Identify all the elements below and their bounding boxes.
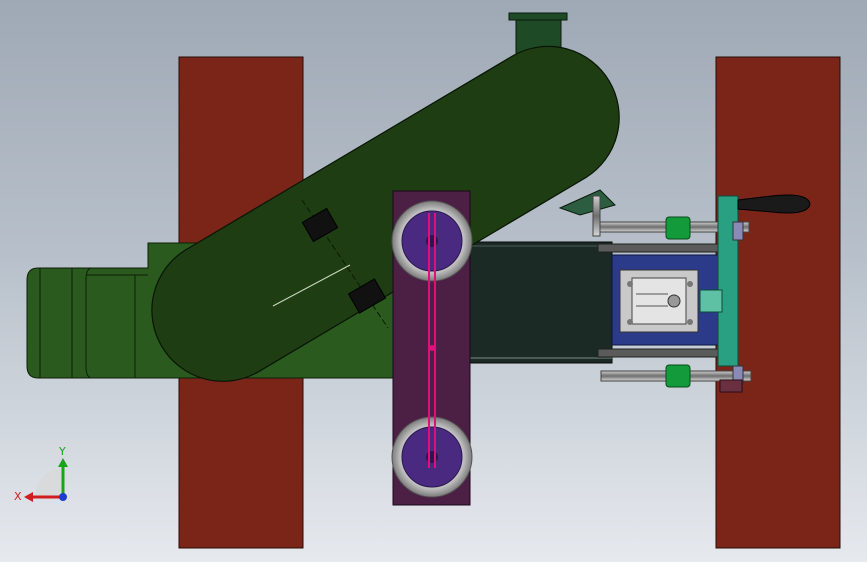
arm-bracket xyxy=(558,189,616,216)
pulley-bottom[interactable] xyxy=(391,416,473,498)
assembly-drawing: Y X xyxy=(14,12,841,549)
chain-upper xyxy=(597,243,719,253)
coordinate-triad: Y X xyxy=(14,445,68,503)
x-axis-label: X xyxy=(14,490,22,503)
y-axis-label: Y xyxy=(58,445,66,458)
guide-rail[interactable] xyxy=(469,241,613,364)
chain-lower xyxy=(597,348,719,358)
cad-viewport[interactable]: Y X xyxy=(0,0,867,562)
pulley-top[interactable] xyxy=(391,200,473,282)
